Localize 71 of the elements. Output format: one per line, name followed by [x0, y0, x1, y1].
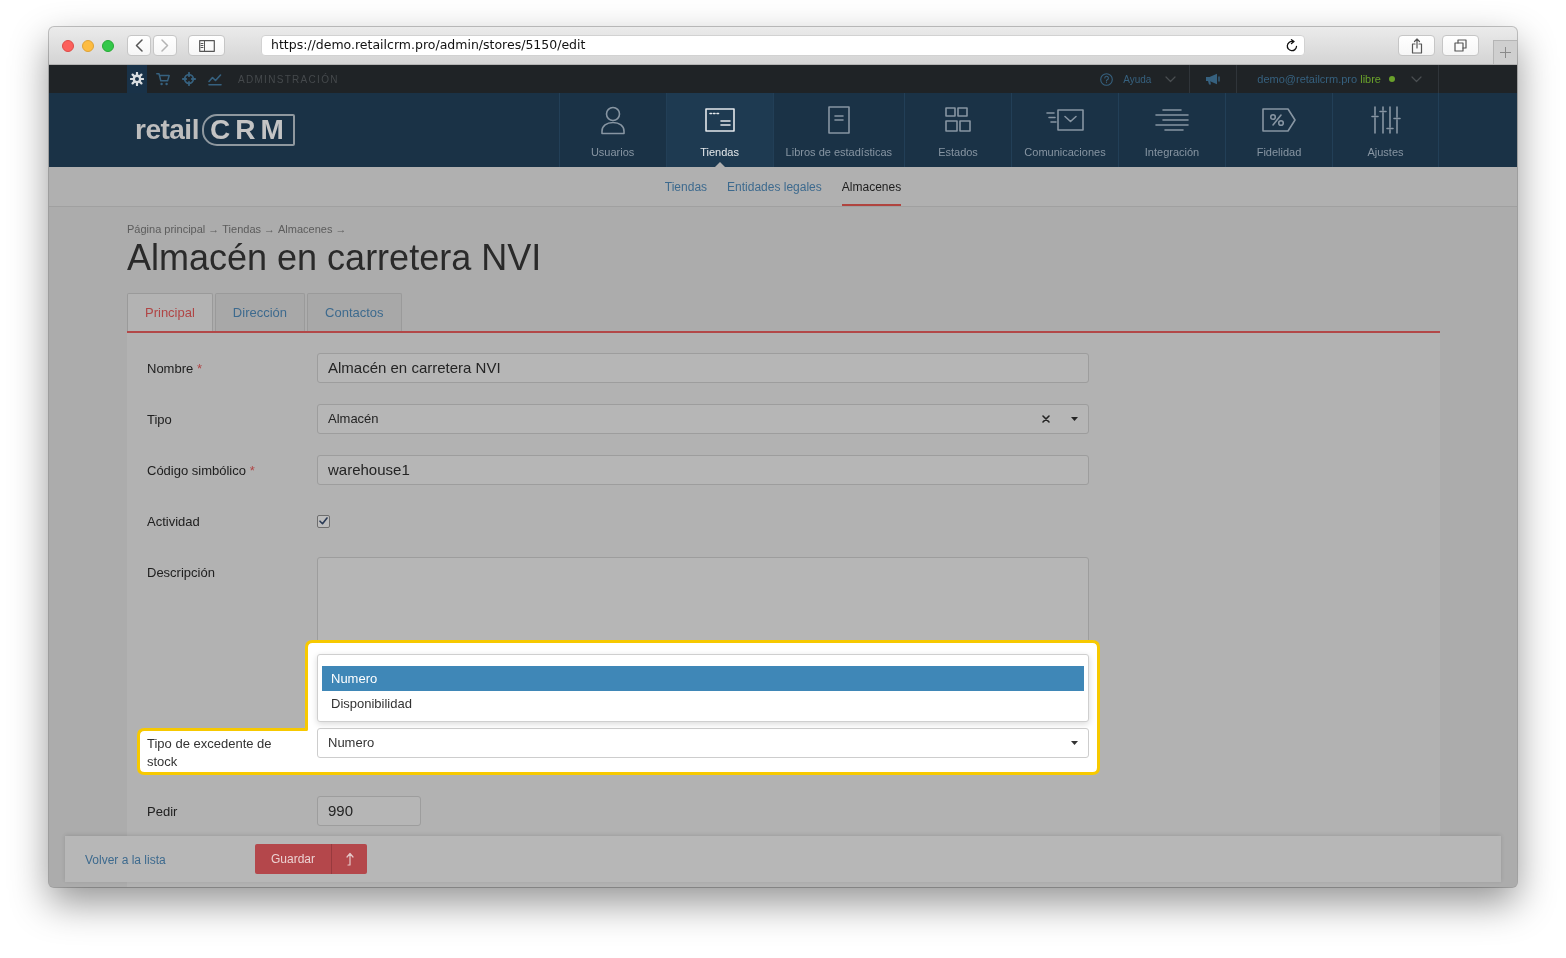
breadcrumb-link[interactable]: Página principal — [127, 222, 206, 236]
tab[interactable]: Contactos — [307, 293, 402, 331]
back-button[interactable] — [127, 35, 151, 56]
caret-down-icon — [1071, 741, 1078, 745]
maximize-window-button[interactable] — [102, 39, 114, 52]
text-field[interactable]: Almacén en carretera NVI — [317, 353, 1089, 383]
share-icon — [1410, 37, 1423, 54]
minimize-window-button[interactable] — [82, 39, 94, 52]
subnav-link[interactable]: Tiendas — [664, 167, 708, 206]
select-field[interactable]: Almacén — [317, 404, 1089, 434]
arrow-up-icon — [344, 852, 355, 866]
sidebar-icon — [198, 39, 215, 52]
page-title: Almacén en carretera NVI — [127, 238, 543, 278]
chevron-right-icon — [161, 39, 169, 52]
percent-tag-icon — [1262, 108, 1296, 132]
save-button[interactable]: Guardar — [255, 844, 331, 874]
tab[interactable]: Dirección — [214, 293, 306, 331]
back-link[interactable]: Volver a la lista — [85, 853, 166, 867]
number-field[interactable]: 990 — [317, 796, 421, 826]
field-label: Código simbólico * — [147, 462, 256, 480]
document-icon — [827, 106, 850, 134]
text-field[interactable]: warehouse1 — [317, 455, 1089, 485]
chevron-down-icon — [1165, 75, 1177, 83]
checkbox[interactable] — [317, 514, 330, 528]
sliders-icon — [1370, 106, 1401, 134]
cart-icon — [156, 72, 170, 86]
nav-item[interactable]: Tiendas — [665, 93, 773, 167]
breadcrumb-link[interactable]: Almacenes — [278, 222, 333, 236]
checkmark-icon — [319, 517, 328, 525]
megaphone-icon — [1205, 73, 1222, 85]
field-label: Descripción — [147, 564, 216, 582]
crosshair-icon — [182, 72, 196, 86]
share-button[interactable] — [1398, 35, 1435, 56]
address-bar[interactable]: https://demo.retailcrm.pro/admin/stores/5150/edit — [261, 35, 1305, 56]
dropdown-option[interactable]: Numero — [322, 666, 1084, 691]
field-label: Tipo — [147, 411, 173, 429]
subnav-link[interactable]: Entidades legales — [727, 167, 822, 206]
breadcrumb-separator: → — [335, 222, 347, 236]
grid-icon — [945, 107, 971, 133]
select-field[interactable]: Numero — [317, 728, 1089, 758]
new-tab-button[interactable] — [1493, 40, 1517, 64]
chevron-down-icon — [1411, 75, 1422, 83]
clear-icon[interactable] — [1042, 415, 1050, 423]
tabs-overview-button[interactable] — [1442, 35, 1479, 56]
help-icon — [1100, 72, 1114, 86]
lines-icon — [1155, 109, 1189, 131]
sidebar-toggle-button[interactable] — [188, 35, 225, 56]
breadcrumb-link[interactable]: Tiendas — [222, 222, 261, 236]
admin-section-tab[interactable] — [127, 65, 147, 93]
reload-icon[interactable] — [1286, 39, 1298, 52]
dropdown-option[interactable]: Disponibilidad — [322, 691, 1084, 716]
close-window-button[interactable] — [62, 39, 74, 52]
field-label: Actividad — [147, 513, 201, 531]
tabs-icon — [1454, 39, 1467, 52]
field-label: Nombre * — [147, 360, 203, 378]
breadcrumb-separator: → — [264, 222, 275, 236]
help-link[interactable]: Ayuda — [1100, 65, 1190, 93]
line-chart-icon — [208, 72, 222, 86]
breadcrumb-separator: → — [208, 222, 220, 236]
gear-icon — [130, 72, 144, 86]
plus-icon — [1500, 47, 1511, 58]
tab[interactable]: Principal — [127, 293, 213, 331]
envelope-icon — [1046, 109, 1084, 131]
caret-down-icon — [1071, 417, 1078, 421]
user-icon — [599, 105, 626, 135]
textarea-field[interactable] — [317, 557, 1089, 643]
save-options-button[interactable] — [331, 844, 367, 874]
chevron-left-icon — [135, 39, 143, 52]
browser-window-icon — [704, 108, 735, 132]
field-label: Pedir — [147, 803, 179, 821]
field-label: Tipo de excedente de stock — [147, 735, 273, 771]
